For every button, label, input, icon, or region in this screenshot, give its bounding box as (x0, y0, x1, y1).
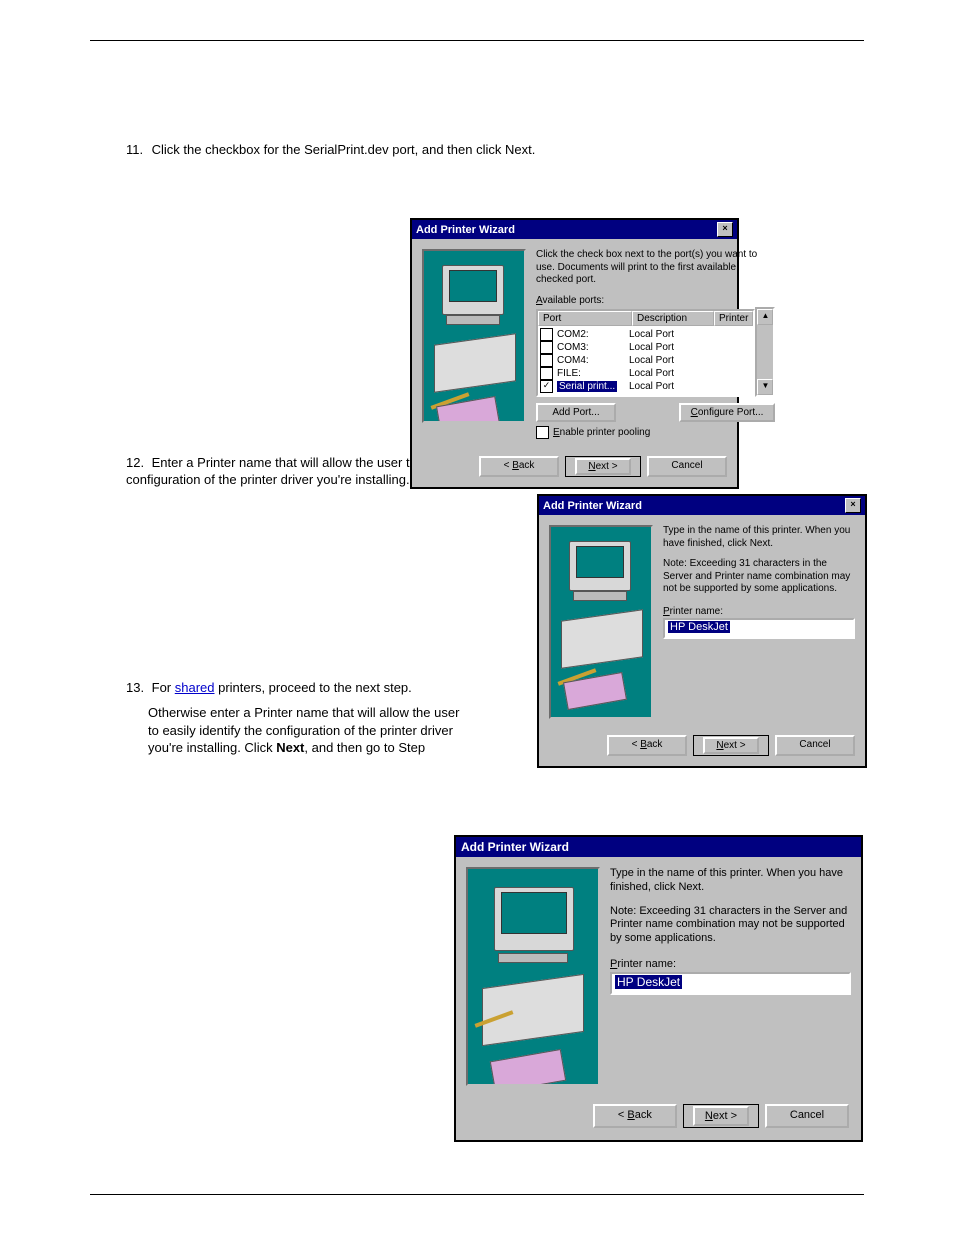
dialog-titlebar: Add Printer Wizard (456, 837, 861, 857)
printer-name-label: rinter name: (670, 606, 723, 617)
dialog-instruction: Type in the name of this printer. When y… (610, 867, 851, 895)
port-row[interactable]: ✓Serial print...Local Port (538, 380, 753, 393)
add-printer-wizard-name-dialog: Add Printer Wizard × Type in the name of… (537, 494, 867, 768)
wizard-image (466, 867, 600, 1086)
column-printer[interactable]: Printer (714, 311, 753, 326)
close-icon[interactable]: × (845, 498, 861, 513)
shared-link[interactable]: shared (175, 680, 215, 695)
port-row[interactable]: COM4:Local Port (538, 354, 753, 367)
column-description[interactable]: Description (632, 311, 714, 326)
port-row[interactable]: FILE:Local Port (538, 367, 753, 380)
printer-name-label: rinter name: (617, 958, 676, 970)
add-printer-wizard-name-dialog-large: Add Printer Wizard Type in the name of t… (454, 835, 863, 1142)
ports-listbox[interactable]: Port Description Printer COM2:Local Port… (536, 309, 755, 397)
enable-pooling-checkbox[interactable] (536, 426, 549, 439)
scroll-down-icon[interactable]: ▼ (757, 379, 773, 395)
port-row[interactable]: COM2:Local Port (538, 328, 753, 341)
next-button[interactable]: Next > (565, 456, 641, 477)
dialog-note: Note: Exceeding 31 characters in the Ser… (663, 558, 855, 596)
step-text: Click the checkbox for the SerialPrint.d… (152, 142, 536, 157)
cancel-button[interactable]: Cancel (647, 456, 727, 477)
dialog-title: Add Printer Wizard (416, 224, 515, 236)
scrollbar[interactable]: ▲ ▼ (755, 307, 775, 397)
step-number: 11. (126, 141, 148, 159)
printer-name-input[interactable]: HP DeskJet (610, 972, 851, 995)
dialog-titlebar: Add Printer Wizard × (539, 496, 865, 515)
wizard-image (422, 249, 526, 423)
dialog-title: Add Printer Wizard (461, 840, 569, 854)
back-button[interactable]: < Back (607, 735, 687, 756)
printer-name-input[interactable]: HP DeskJet (663, 618, 855, 639)
configure-port-button[interactable]: Configure Port... (679, 403, 776, 422)
port-row[interactable]: COM3:Local Port (538, 341, 753, 354)
step-number: 13. (126, 679, 148, 697)
next-button-ref: Next (276, 740, 304, 755)
wizard-image (549, 525, 653, 719)
cancel-button[interactable]: Cancel (775, 735, 855, 756)
scroll-up-icon[interactable]: ▲ (757, 309, 773, 325)
step-number: 12. (126, 454, 148, 472)
enable-pooling-label: Enable printer pooling (553, 427, 650, 438)
close-icon[interactable]: × (717, 222, 733, 237)
dialog-titlebar: Add Printer Wizard × (412, 220, 737, 239)
dialog-note: Note: Exceeding 31 characters in the Ser… (610, 905, 851, 946)
dialog-instruction: Type in the name of this printer. When y… (663, 525, 855, 550)
add-printer-wizard-ports-dialog: Add Printer Wizard × Click the check box… (410, 218, 739, 489)
dialog-title: Add Printer Wizard (543, 500, 642, 512)
cancel-button[interactable]: Cancel (765, 1104, 849, 1128)
next-button[interactable]: Next > (693, 735, 769, 756)
dialog-instruction: Click the check box next to the port(s) … (536, 249, 775, 287)
next-button[interactable]: Next > (683, 1104, 759, 1128)
back-button[interactable]: < Back (593, 1104, 677, 1128)
column-port[interactable]: Port (538, 311, 632, 326)
available-ports-label: vailable ports: (543, 295, 605, 306)
back-button[interactable]: < Back (479, 456, 559, 477)
add-port-button[interactable]: Add Port... (536, 403, 616, 422)
step-text: For shared printers, proceed to the next… (152, 680, 412, 695)
step13b-text2: , and then go to Step (304, 740, 425, 755)
